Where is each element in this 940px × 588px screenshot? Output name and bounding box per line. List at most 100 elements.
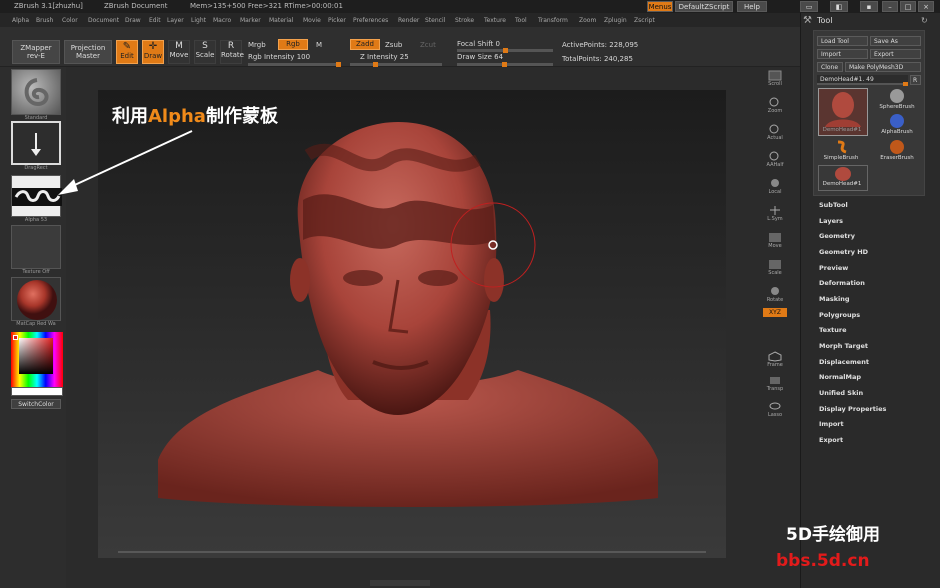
- m-toggle[interactable]: M: [316, 41, 322, 49]
- section-morph-target[interactable]: Morph Target: [819, 342, 868, 350]
- secondary-color-swatch[interactable]: [11, 387, 63, 396]
- projection-master-button[interactable]: Projection Master: [64, 40, 112, 64]
- edit-button[interactable]: ✎ Edit: [116, 40, 138, 64]
- rgb-toggle[interactable]: Rgb: [278, 39, 308, 50]
- rgb-intensity-handle[interactable]: [336, 62, 341, 67]
- menu-preferences[interactable]: Preferences: [353, 17, 388, 24]
- z-intensity-slider[interactable]: [350, 62, 442, 67]
- brush-sphere[interactable]: SphereBrush: [872, 88, 922, 112]
- section-geometry[interactable]: Geometry: [819, 232, 855, 240]
- draw-button[interactable]: ✛ Draw: [142, 40, 164, 64]
- default-zscript-button[interactable]: DefaultZScript: [675, 1, 733, 12]
- section-masking[interactable]: Masking: [819, 295, 850, 303]
- menu-zscript[interactable]: Zscript: [634, 17, 655, 24]
- section-layers[interactable]: Layers: [819, 217, 843, 225]
- zadd-toggle[interactable]: Zadd: [350, 39, 380, 50]
- save-as-button[interactable]: Save As: [870, 36, 921, 46]
- tool-slider[interactable]: DemoHead#1. 49: [817, 75, 908, 86]
- menu-draw[interactable]: Draw: [125, 17, 141, 24]
- lsym-button[interactable]: L.Sym: [763, 205, 787, 225]
- menu-document[interactable]: Document: [88, 17, 119, 24]
- menus-button[interactable]: Menus: [647, 1, 673, 12]
- frame-button[interactable]: Frame: [763, 351, 787, 371]
- lock-icon[interactable]: ▪: [860, 1, 878, 12]
- lasso-button[interactable]: Lasso: [763, 401, 787, 421]
- menu-texture[interactable]: Texture: [484, 17, 506, 24]
- menu-light[interactable]: Light: [191, 17, 206, 24]
- menu-brush[interactable]: Brush: [36, 17, 53, 24]
- material-thumbnail[interactable]: [11, 277, 61, 321]
- menu-zoom[interactable]: Zoom: [579, 17, 596, 24]
- scroll-button[interactable]: Scroll: [763, 70, 787, 90]
- window-icon[interactable]: ▭: [800, 1, 818, 12]
- viewport-rotate-button[interactable]: Rotate: [763, 286, 787, 306]
- section-displacement[interactable]: Displacement: [819, 358, 869, 366]
- standard-brush-thumbnail[interactable]: [11, 69, 61, 115]
- bottom-scroll-handle[interactable]: [370, 580, 430, 586]
- rotate-button[interactable]: R Rotate: [220, 40, 244, 64]
- menu-stroke[interactable]: Stroke: [455, 17, 474, 24]
- scale-button[interactable]: S Scale: [194, 40, 216, 64]
- main-color-swatch[interactable]: [13, 335, 18, 340]
- refresh-icon[interactable]: ↻: [921, 16, 928, 25]
- menu-material[interactable]: Material: [269, 17, 293, 24]
- brush-alpha[interactable]: AlphaBrush: [872, 113, 922, 137]
- zmapper-button[interactable]: ZMapper rev-E: [12, 40, 60, 64]
- focal-shift-slider[interactable]: [457, 48, 553, 53]
- section-normalmap[interactable]: NormalMap: [819, 373, 861, 381]
- local-button[interactable]: Local: [763, 178, 787, 198]
- section-unified-skin[interactable]: Unified Skin: [819, 389, 863, 397]
- actual-button[interactable]: Actual: [763, 124, 787, 144]
- section-import[interactable]: Import: [819, 420, 844, 428]
- menu-macro[interactable]: Macro: [213, 17, 231, 24]
- section-export[interactable]: Export: [819, 436, 843, 444]
- section-preview[interactable]: Preview: [819, 264, 848, 272]
- clone-button[interactable]: Clone: [817, 62, 843, 72]
- brush-simple[interactable]: SimpleBrush: [818, 139, 868, 163]
- switch-color-button[interactable]: SwitchColor: [11, 399, 61, 409]
- brush-demohead-2[interactable]: DemoHead#1: [818, 165, 868, 191]
- menu-picker[interactable]: Picker: [328, 17, 346, 24]
- help-button[interactable]: Help: [737, 1, 767, 12]
- texture-thumbnail[interactable]: [11, 225, 61, 269]
- mrgb-toggle[interactable]: Mrgb: [248, 41, 266, 49]
- menu-alpha[interactable]: Alpha: [12, 17, 29, 24]
- focal-shift-handle[interactable]: [503, 48, 508, 53]
- menu-layer[interactable]: Layer: [167, 17, 184, 24]
- import-button[interactable]: Import: [817, 49, 868, 59]
- export-button[interactable]: Export: [870, 49, 921, 59]
- z-intensity-handle[interactable]: [373, 62, 378, 67]
- menu-stencil[interactable]: Stencil: [425, 17, 445, 24]
- xyz-toggle[interactable]: XYZ: [763, 308, 787, 317]
- brush-eraser[interactable]: EraserBrush: [872, 139, 922, 163]
- menu-movie[interactable]: Movie: [303, 17, 321, 24]
- layout-icon[interactable]: ◧: [830, 1, 848, 12]
- section-display-properties[interactable]: Display Properties: [819, 405, 886, 413]
- menu-marker[interactable]: Marker: [240, 17, 261, 24]
- move-button[interactable]: M Move: [168, 40, 190, 64]
- transp-button[interactable]: Transp: [763, 375, 787, 395]
- section-deformation[interactable]: Deformation: [819, 279, 865, 287]
- aahalf-button[interactable]: AAHalf: [763, 151, 787, 171]
- section-polygroups[interactable]: Polygroups: [819, 311, 860, 319]
- section-geometry-hd[interactable]: Geometry HD: [819, 248, 868, 256]
- zoom-button[interactable]: Zoom: [763, 97, 787, 117]
- tool-slider-handle[interactable]: [903, 82, 908, 86]
- menu-tool[interactable]: Tool: [515, 17, 527, 24]
- section-texture[interactable]: Texture: [819, 326, 847, 334]
- reset-button[interactable]: R: [910, 75, 921, 85]
- menu-zplugin[interactable]: Zplugin: [604, 17, 627, 24]
- menu-transform[interactable]: Transform: [538, 17, 568, 24]
- load-tool-button[interactable]: Load Tool: [817, 36, 868, 46]
- color-picker[interactable]: [11, 332, 63, 387]
- minimize-icon[interactable]: –: [882, 1, 898, 12]
- maximize-icon[interactable]: □: [900, 1, 916, 12]
- close-icon[interactable]: ×: [918, 1, 934, 12]
- zsub-toggle[interactable]: Zsub: [385, 41, 402, 49]
- menu-color[interactable]: Color: [62, 17, 78, 24]
- rgb-intensity-slider[interactable]: [248, 62, 341, 67]
- menu-edit[interactable]: Edit: [149, 17, 161, 24]
- viewport-scale-button[interactable]: Scale: [763, 259, 787, 279]
- make-polymesh-button[interactable]: Make PolyMesh3D: [845, 62, 921, 72]
- zcut-toggle[interactable]: Zcut: [420, 41, 436, 49]
